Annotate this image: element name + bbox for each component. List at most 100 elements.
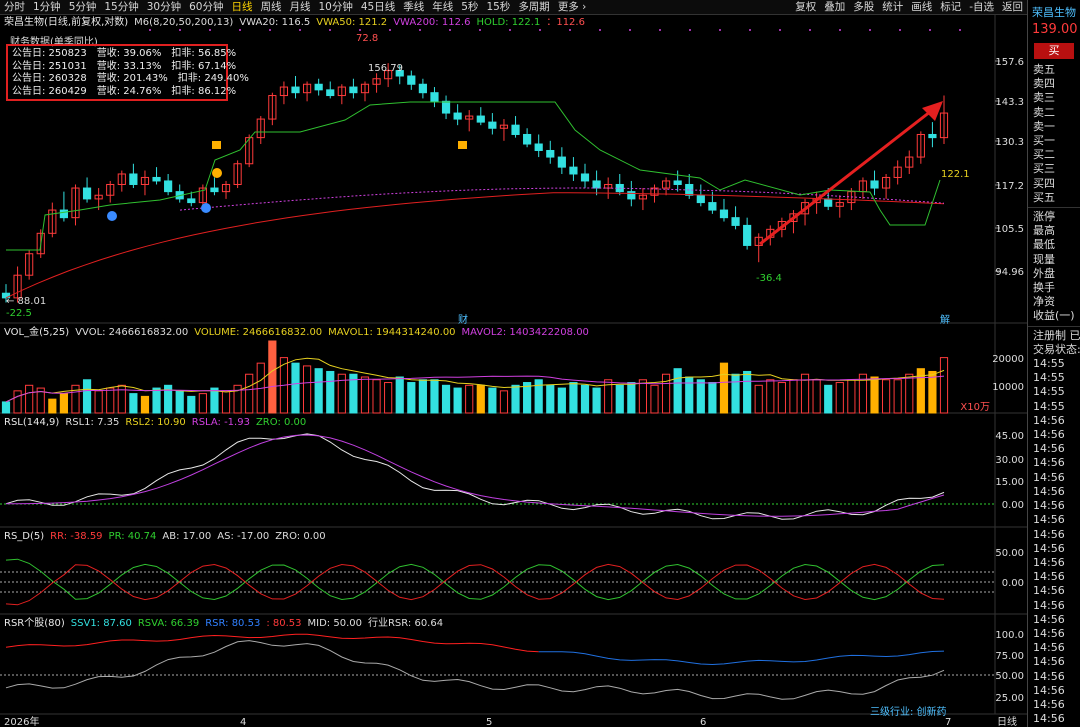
volume-bar (430, 379, 439, 414)
annotation-jie: 解 (940, 313, 950, 326)
volume-bar (499, 390, 509, 414)
volume-bar (939, 357, 949, 414)
volume-bar (870, 376, 879, 414)
volume-bar (893, 379, 902, 414)
volume-bar (326, 370, 335, 414)
industry-rsr-line (5, 640, 945, 700)
candle-body (152, 176, 161, 182)
candle-body (592, 180, 601, 189)
reference-dot (809, 29, 811, 31)
order-book-row[interactable]: 买一 (1028, 134, 1080, 148)
tick-time: 14:56 (1033, 541, 1065, 555)
rsl2-value: RSL2: 10.90 (125, 417, 186, 428)
volume-bar (731, 373, 740, 414)
volume-bar (812, 379, 821, 414)
volume-bar (360, 376, 370, 414)
volume-bar (13, 390, 22, 414)
tick-time: 14:56 (1033, 626, 1065, 640)
order-book: 卖五 卖四 卖三 卖二 卖一 买一 买二 买三 买四 买五 (1028, 63, 1080, 205)
reference-dot (659, 29, 661, 31)
volume-bar (245, 373, 254, 414)
tick-time: 14:56 (1033, 697, 1065, 711)
order-book-row[interactable]: 卖二 (1028, 106, 1080, 120)
candle-body (534, 143, 543, 151)
candle-body (696, 194, 705, 204)
industry-label: 三级行业: 创新药 (870, 707, 947, 718)
volume-bar (650, 384, 659, 414)
indicator-vwa20: VWA20: 116.5 (239, 17, 311, 28)
rsr-panel-header: RSR个股(80) SSV1: 87.60 RSVA: 66.39 RSR: 8… (4, 617, 443, 631)
volume-bar (592, 387, 601, 414)
rsl1-line (5, 433, 945, 520)
finance-profit: 扣非: 67.14% (171, 60, 237, 72)
finance-data-box: 公告日: 250823 营收: 39.06% 扣非: 56.85% 公告日: 251… (6, 44, 249, 101)
divider (1028, 207, 1080, 209)
finance-revenue: 营收: 39.06% (96, 48, 162, 59)
tick-time: 14:56 (1033, 655, 1065, 669)
volume-bar (743, 370, 752, 414)
sidebar-stock-name[interactable]: 荣昌生物 (1028, 0, 1080, 20)
finance-row: 公告日: 260328 营收: 201.43% 扣非: 249.40% (12, 73, 249, 86)
mid-value: MID: 50.00 (307, 618, 362, 629)
volume-bar (777, 382, 786, 414)
x-axis-label: 2026年 (4, 715, 39, 727)
tick-time: 14:56 (1033, 598, 1065, 612)
volume-bar (766, 379, 775, 414)
volume-bar (719, 362, 729, 414)
order-book-row[interactable]: 买二 (1028, 148, 1080, 162)
stat-row: 最低 (1033, 238, 1055, 252)
stat-row: 净资 (1033, 295, 1055, 309)
annotation-high: 156.79 (368, 63, 403, 74)
order-book-row[interactable]: 买四 (1028, 177, 1080, 191)
y-tick-label: 105.5 (995, 224, 1024, 235)
stat-row: 换手 (1033, 281, 1055, 295)
volume-bar (847, 379, 856, 414)
order-book-row[interactable]: 卖五 (1028, 63, 1080, 77)
candle-body (430, 92, 439, 102)
event-marker-icon (212, 141, 221, 149)
tick-time: 14:56 (1033, 456, 1065, 470)
sidebar-price: 139.00 (1032, 22, 1078, 37)
candle-body (627, 191, 636, 200)
candle-body (523, 133, 532, 145)
event-marker-icon (458, 141, 467, 149)
volume-bar (835, 382, 844, 414)
volume-bar (314, 368, 323, 414)
order-book-row[interactable]: 卖四 (1028, 77, 1080, 91)
reference-dot (839, 29, 841, 31)
candle-body (187, 198, 196, 204)
rsl-tick-label: 0.00 (1002, 500, 1024, 511)
volume-bar (395, 376, 404, 414)
buy-button[interactable]: 买 (1034, 43, 1074, 59)
order-book-row[interactable]: 买五 (1028, 191, 1080, 205)
order-book-row[interactable]: 卖一 (1028, 120, 1080, 134)
tick-time: 14:56 (1033, 641, 1065, 655)
rsl-title: RSL(144,9) (4, 417, 60, 428)
volume-bar (372, 379, 381, 414)
volume-bar (106, 387, 115, 414)
tick-time: 14:55 (1033, 385, 1065, 399)
volume-bar (685, 376, 694, 414)
ssv1-value: SSV1: 87.60 (70, 618, 132, 629)
rsr-tick-label: 100.0 (995, 630, 1024, 641)
order-book-row[interactable]: 卖三 (1028, 91, 1080, 105)
volume-bar (882, 379, 891, 414)
annotation-cai: 财 (458, 313, 468, 326)
reference-dot (869, 29, 871, 31)
volume-bar (384, 382, 393, 414)
stat-row: 外盘 (1033, 266, 1055, 280)
volume-bar (152, 387, 161, 414)
volume-bar (48, 398, 57, 414)
indicator-extra: ：112.6 (546, 17, 585, 28)
volume-bar (615, 384, 624, 414)
tick-time: 14:56 (1033, 442, 1065, 456)
finance-profit: 扣非: 56.85% (171, 48, 237, 59)
reference-dot (599, 29, 601, 31)
order-book-row[interactable]: 买三 (1028, 162, 1080, 176)
volume-bar (291, 362, 300, 414)
vvol-value: VVOL: 2466616832.00 (75, 327, 189, 338)
volume-bar (221, 390, 231, 414)
finance-date: 公告日: 250823 (12, 48, 87, 59)
candle-body (870, 180, 879, 189)
candle-body (210, 187, 219, 193)
